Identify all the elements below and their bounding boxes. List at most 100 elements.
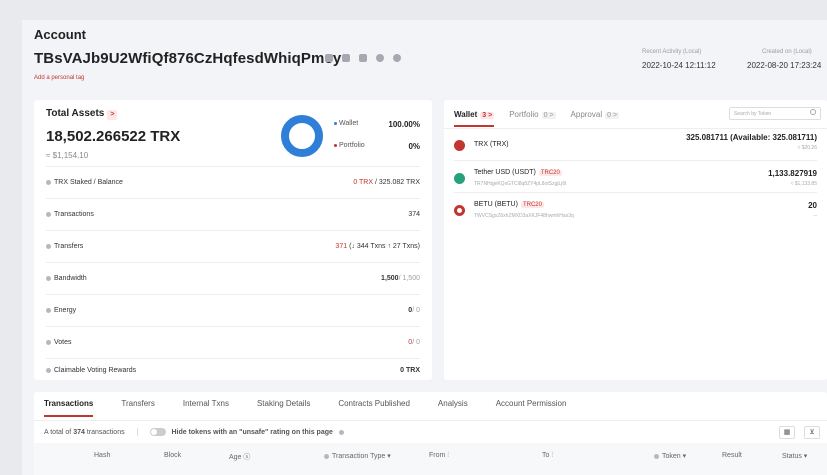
legend-portfolio: Portfolio 0% [334, 142, 432, 151]
table-header: Hash Block Age ⓢ Transaction Type ▾ From… [34, 443, 827, 475]
question-icon [338, 429, 344, 435]
stat-row-votes: Votes 0/ 0 [46, 326, 420, 358]
address-actions [325, 54, 401, 62]
created-on-value: 2022-08-20 17:23:24 [747, 61, 822, 70]
transactions-total: A total of 374 transactions Hide tokens … [44, 428, 347, 436]
hide-unsafe-label: Hide tokens with an "unsafe" rating on t… [171, 428, 333, 436]
tab-contracts-published[interactable]: Contracts Published [338, 399, 410, 417]
column-token[interactable]: Token ▾ [654, 452, 686, 460]
betu-token-icon [454, 205, 465, 216]
tab-transfers[interactable]: Transfers [121, 399, 155, 417]
column-status[interactable]: Status ▾ [782, 452, 807, 460]
type-label: Transaction Type [332, 453, 386, 460]
chevron-right-icon[interactable]: > [107, 110, 118, 120]
heart-icon[interactable] [376, 54, 384, 62]
total-prefix: A total of [44, 428, 72, 436]
column-from[interactable]: From ⫶ [429, 452, 449, 460]
tab-wallet[interactable]: Wallet 3 > [454, 106, 495, 127]
question-icon [46, 211, 51, 217]
total-count: 374 [73, 428, 85, 436]
token-standard-badge: TRC20 [538, 170, 562, 176]
badge-count: 0 [543, 112, 548, 119]
staked-value[interactable]: 0 TRX [353, 179, 373, 186]
token-usd: ≈ $20.26 [797, 145, 817, 151]
tab-portfolio[interactable]: Portfolio 0 > [509, 106, 556, 127]
token-contract-address[interactable]: TWVCSgxZ6xhZMXD3aXKJF48hwmhHas3q [474, 213, 574, 219]
tab-transactions[interactable]: Transactions [44, 399, 94, 417]
calendar-icon[interactable]: ▦ [779, 426, 795, 439]
tab-analysis[interactable]: Analysis [438, 399, 468, 417]
from-label: From [429, 452, 446, 459]
question-icon [46, 339, 51, 345]
legend-wallet: Wallet 100.00% [334, 120, 432, 129]
column-result: Result [722, 452, 742, 459]
token-row-usdt[interactable]: Tether USD (USDT) TRC20 TR7NHqjeKQxGTCi8q… [454, 161, 817, 193]
stat-label: Transactions [54, 211, 94, 218]
tab-approval[interactable]: Approval 0 > [571, 106, 620, 127]
copy-icon[interactable] [325, 54, 333, 62]
total-assets-card: Total Assets > 18,502.266522 TRX ≈ $1,154… [34, 100, 432, 380]
column-to[interactable]: To ⫶ [542, 452, 553, 460]
wallet-card: Wallet 3 > Portfolio 0 > Approval 0 > Searc… [444, 100, 827, 380]
question-icon [46, 307, 51, 313]
stat-label: Votes [54, 339, 72, 346]
token-contract-address[interactable]: TR7NHqjeKQxGTCi8q8ZY4pL8otSzgjLj6t [474, 181, 567, 187]
stat-row-bandwidth: Bandwidth 1,500/ 1,500 [46, 262, 420, 294]
tab-label: Portfolio [509, 110, 539, 119]
stat-label: Energy [54, 307, 77, 314]
stat-row-claimable: Claimable Voting Rewards 0 TRX [46, 358, 420, 380]
tab-badge: 0 > [605, 112, 620, 119]
watch-icon[interactable] [359, 54, 367, 62]
total-suffix: transactions [86, 428, 125, 436]
more-icon[interactable] [393, 54, 401, 62]
wallet-tabs: Wallet 3 > Portfolio 0 > Approval 0 > [454, 106, 634, 127]
token-search-input[interactable]: Search by Token [729, 107, 821, 120]
bandwidth-total: / 1,500 [398, 275, 420, 282]
transfers-count[interactable]: 371 [335, 243, 347, 250]
legend-pct: 100.00% [388, 120, 420, 129]
tab-badge: 3 > [480, 112, 495, 119]
tab-label: Approval [570, 110, 603, 119]
question-icon [46, 243, 51, 249]
token-row-betu[interactable]: BETU (BETU) TRC20 TWVCSgxZ6xhZMXD3aXKJF48… [454, 193, 817, 227]
column-age[interactable]: Age ⓢ [229, 452, 250, 462]
token-name: BETU (BETU) [474, 201, 518, 208]
tab-internal-txns[interactable]: Internal Txns [183, 399, 229, 417]
column-block: Block [164, 452, 182, 459]
column-transaction-type[interactable]: Transaction Type ▾ [324, 452, 391, 460]
token-standard-badge: TRC20 [520, 202, 544, 208]
total-assets-usd: ≈ $1,154.10 [46, 151, 89, 160]
stat-label: Bandwidth [54, 275, 87, 282]
bandwidth-value: 1,500 [381, 275, 399, 282]
token-name: TRX (TRX) [474, 141, 509, 148]
token-row-trx[interactable]: TRX (TRX) 325.081711 (Available: 325.081… [454, 130, 817, 161]
token-name: Tether USD (USDT) [474, 169, 536, 176]
page-title: Account [34, 27, 86, 42]
created-on-label: Created on (Local) [762, 49, 812, 55]
recent-activity-label: Recent Activity (Local) [642, 49, 702, 55]
search-placeholder: Search by Token [734, 111, 772, 117]
stat-row-staked: TRX Staked / Balance 0 TRX / 325.082 TRX [46, 166, 420, 198]
filter-icon[interactable]: ⊻ [804, 426, 820, 439]
usdt-token-icon [454, 173, 465, 184]
qr-code-icon[interactable] [342, 54, 350, 62]
legend-label: Wallet [339, 120, 359, 127]
total-assets-title: Total Assets > [46, 108, 118, 120]
column-hash: Hash [94, 452, 111, 459]
transactions-count[interactable]: 374 [408, 211, 420, 218]
energy-total: / 0 [412, 307, 420, 314]
hide-unsafe-toggle[interactable] [149, 428, 166, 436]
add-personal-tag-link[interactable]: Add a personal tag [34, 75, 84, 81]
trx-token-icon [454, 140, 465, 151]
stat-label: Transfers [54, 243, 84, 250]
badge-count: 0 [607, 112, 612, 119]
question-icon [46, 275, 51, 281]
tab-label: Wallet [454, 110, 478, 119]
tab-badge: 0 > [541, 112, 556, 119]
claimable-value: 0 TRX [400, 367, 420, 374]
question-icon [46, 367, 51, 373]
tab-staking-details[interactable]: Staking Details [257, 399, 310, 417]
separator [136, 428, 138, 436]
question-icon [654, 453, 659, 459]
tab-account-permission[interactable]: Account Permission [496, 399, 567, 417]
